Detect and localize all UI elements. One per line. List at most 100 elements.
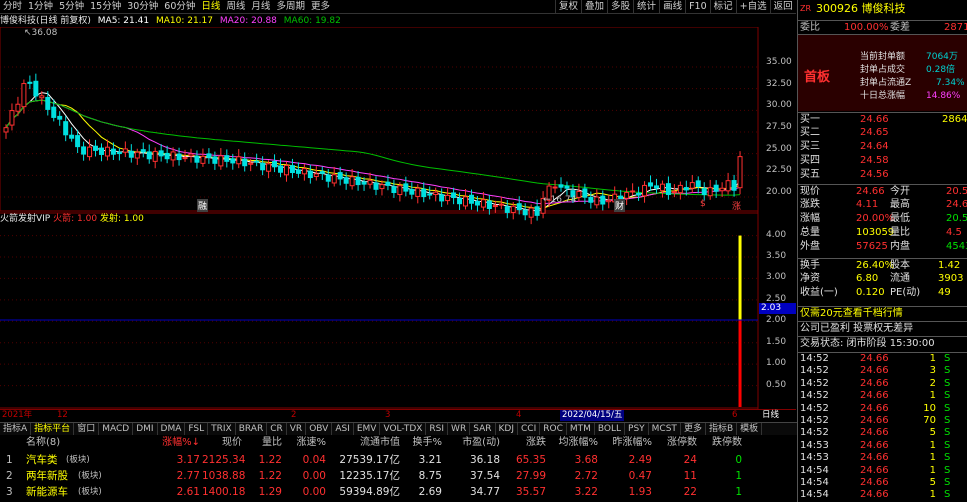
price-tick: 27.50: [766, 122, 792, 132]
candle: [582, 188, 588, 198]
indicator-tab[interactable]: VOL-TDX: [380, 423, 427, 435]
period-tab[interactable]: 5分钟: [56, 0, 87, 14]
indicator-tab[interactable]: MTM: [567, 423, 595, 435]
event-marker-2[interactable]: 财: [614, 199, 626, 212]
candle: [397, 185, 403, 196]
column-header[interactable]: 涨停数: [657, 436, 697, 450]
column-header[interactable]: 涨跌: [506, 436, 546, 450]
candle: [325, 174, 331, 182]
indicator-tab[interactable]: TRIX: [208, 423, 236, 435]
indicator-tab[interactable]: 模板: [737, 423, 763, 435]
indicator-tab[interactable]: 指标平台: [31, 423, 75, 435]
toolbar-button[interactable]: 统计: [633, 0, 659, 14]
cell-chg: 3.17: [176, 454, 200, 466]
table-row[interactable]: 1 汽车类 (板块) 3.17 2125.34 1.22 0.04 27539.17亿 3.21…: [0, 452, 797, 468]
period-tab[interactable]: 30分钟: [124, 0, 161, 14]
stock-code[interactable]: 300926 博俊科技: [816, 2, 906, 15]
column-header[interactable]: 昨涨幅%: [612, 436, 652, 450]
column-header[interactable]: 均涨幅%: [558, 436, 598, 450]
toolbar-button[interactable]: 复权: [555, 0, 581, 14]
cell-vr: 1.29: [258, 486, 282, 498]
candle: [504, 206, 510, 213]
column-header[interactable]: 流通市值: [360, 436, 400, 450]
tick-volume: 1: [929, 390, 936, 402]
toolbar-button[interactable]: 叠加: [581, 0, 607, 14]
indicator-tab[interactable]: 指标B: [706, 423, 738, 435]
tick-price: 24.66: [860, 365, 889, 377]
candle: [188, 153, 194, 157]
column-header[interactable]: 跌停数: [702, 436, 742, 450]
toolbar-button[interactable]: 画线: [659, 0, 685, 14]
tick-row: 14:52 24.66 3 S: [798, 365, 967, 377]
indicator-tab[interactable]: 窗口: [74, 423, 100, 435]
table-row[interactable]: 2 两年新股 (板块) 2.77 1038.88 1.22 0.00 12235.17亿 8.7…: [0, 468, 797, 484]
period-label[interactable]: 日线: [762, 410, 779, 421]
ma60-line: [5, 99, 741, 196]
indicator-tab[interactable]: WR: [448, 423, 471, 435]
indicator-tab[interactable]: FSL: [185, 423, 209, 435]
tick-side: S: [944, 477, 951, 488]
indicator-tab[interactable]: SAR: [470, 423, 496, 435]
toolbar-button[interactable]: 标记: [709, 0, 736, 14]
indicator-tab[interactable]: 指标A: [0, 423, 32, 435]
period-tab[interactable]: 更多: [308, 0, 333, 14]
event-marker-1[interactable]: 融: [197, 199, 209, 212]
candle: [93, 145, 99, 151]
cell-pe: 36.18: [469, 454, 500, 466]
buy-level[interactable]: 买五 24.56: [798, 168, 967, 181]
candle: [719, 187, 725, 192]
indicator-tab[interactable]: ASI: [332, 423, 354, 435]
indicator-tab[interactable]: PSY: [625, 423, 649, 435]
period-tab[interactable]: 分时: [0, 0, 25, 14]
cell-pe: 37.54: [469, 470, 500, 482]
period-tab[interactable]: 1分钟: [25, 0, 56, 14]
column-header[interactable]: 涨速%: [286, 436, 326, 450]
indicator-tab[interactable]: CCI: [518, 423, 541, 435]
toolbar-button[interactable]: 返回: [769, 0, 796, 14]
indicator-tab[interactable]: RSI: [426, 423, 449, 435]
indicator-tab[interactable]: OBV: [306, 423, 333, 435]
period-tab[interactable]: 60分钟: [161, 0, 198, 14]
tick-price: 24.66: [860, 353, 889, 364]
candle: [319, 171, 325, 174]
column-header[interactable]: 量比: [242, 436, 282, 450]
indicator-tab[interactable]: MACD: [99, 423, 134, 435]
event-marker-3[interactable]: $: [700, 199, 706, 209]
period-tab[interactable]: 15分钟: [87, 0, 124, 14]
indicator-tab[interactable]: VR: [287, 423, 307, 435]
column-header[interactable]: 市盈(动): [460, 436, 500, 450]
table-row[interactable]: 3 新能源车 (板块) 2.61 1400.18 1.29 0.00 59394.89亿 2.6…: [0, 484, 797, 500]
indicator-tab[interactable]: DMI: [133, 423, 158, 435]
cell-price: 1400.18: [202, 486, 246, 498]
tick-volume: 3: [929, 365, 936, 377]
column-header[interactable]: 名称(8): [26, 436, 60, 450]
promo-text[interactable]: 仅需20元查看千档行情: [798, 306, 967, 319]
period-tab[interactable]: 多周期: [273, 0, 308, 14]
indicator-tab[interactable]: CR: [267, 423, 287, 435]
buy-level[interactable]: 买四 24.58: [798, 154, 967, 167]
toolbar-button[interactable]: 多股: [607, 0, 633, 14]
ma60-legend: MA60: 19.82: [283, 16, 341, 26]
period-tab[interactable]: 周线: [223, 0, 248, 14]
buy-level[interactable]: 买二 24.65: [798, 126, 967, 139]
indicator-tab[interactable]: BRAR: [236, 423, 268, 435]
buy-level[interactable]: 买三 24.64: [798, 140, 967, 153]
indicator-tab[interactable]: 更多: [681, 423, 706, 435]
buy-level[interactable]: 买一 24.66 2864: [798, 112, 967, 125]
indicator-tab[interactable]: EMV: [354, 423, 381, 435]
column-header[interactable]: 换手%: [402, 436, 442, 450]
date-tick: 6: [732, 410, 738, 420]
event-marker-4[interactable]: 涨: [732, 199, 741, 212]
column-header[interactable]: 现价: [202, 436, 242, 450]
indicator-tab[interactable]: MCST: [649, 423, 681, 435]
period-tab[interactable]: 月线: [248, 0, 273, 14]
indicator-tab[interactable]: BOLL: [595, 423, 626, 435]
period-tab[interactable]: 日线: [198, 0, 223, 14]
candle: [21, 83, 27, 108]
indicator-tab[interactable]: ROC: [540, 423, 567, 435]
toolbar-button[interactable]: +自选: [735, 0, 770, 14]
indicator-tab[interactable]: DMA: [158, 423, 186, 435]
toolbar-button[interactable]: F10: [685, 0, 710, 14]
column-header[interactable]: 涨幅%↓: [160, 436, 200, 450]
indicator-tab[interactable]: KDJ: [496, 423, 518, 435]
